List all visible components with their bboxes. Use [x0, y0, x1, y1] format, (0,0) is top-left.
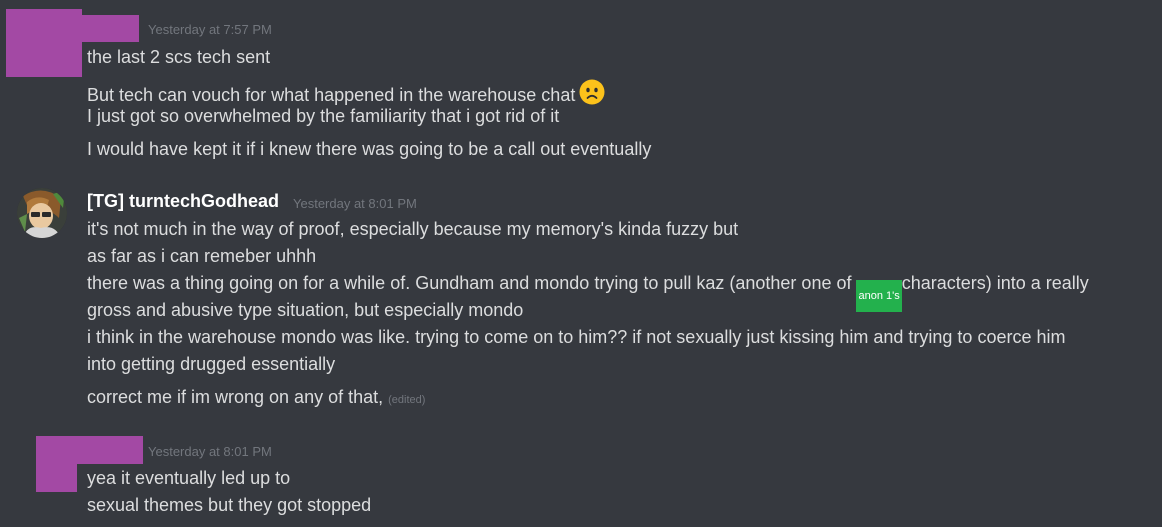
message-line: the last 2 scs tech sent [87, 47, 271, 67]
message-timestamp[interactable]: Yesterday at 8:01 PM [293, 196, 417, 211]
username[interactable]: [TG] turntechGodhead [87, 191, 279, 212]
message-line: gross and abusive type situation, but es… [87, 300, 524, 320]
redacted-avatar [36, 436, 77, 492]
message-timestamp[interactable]: Yesterday at 8:01 PM [148, 444, 272, 459]
message-timestamp[interactable]: Yesterday at 7:57 PM [148, 22, 272, 37]
redacted-username [77, 436, 143, 464]
message-line: it's not much in the way of proof, espec… [87, 219, 739, 239]
frowning-face-icon [579, 79, 605, 110]
message-line: i think in the warehouse mondo was like.… [87, 327, 1066, 347]
redacted-avatar [6, 9, 82, 77]
message-line: into getting drugged essentially [87, 354, 336, 374]
redacted-username [82, 15, 139, 42]
edited-label: (edited) [388, 394, 426, 406]
user-avatar[interactable] [17, 188, 67, 238]
inline-highlight: anon 1's [856, 280, 902, 312]
message-line: yea it eventually led up to [87, 468, 291, 488]
message-line: I would have kept it if i knew there was… [87, 139, 652, 159]
message-line: as far as i can remeber uhhh [87, 246, 317, 266]
message-line: I just got so overwhelmed by the familia… [87, 106, 560, 126]
message-line: correct me if im wrong on any of that, (… [87, 387, 426, 407]
message-line: sexual themes but they got stopped [87, 495, 372, 515]
